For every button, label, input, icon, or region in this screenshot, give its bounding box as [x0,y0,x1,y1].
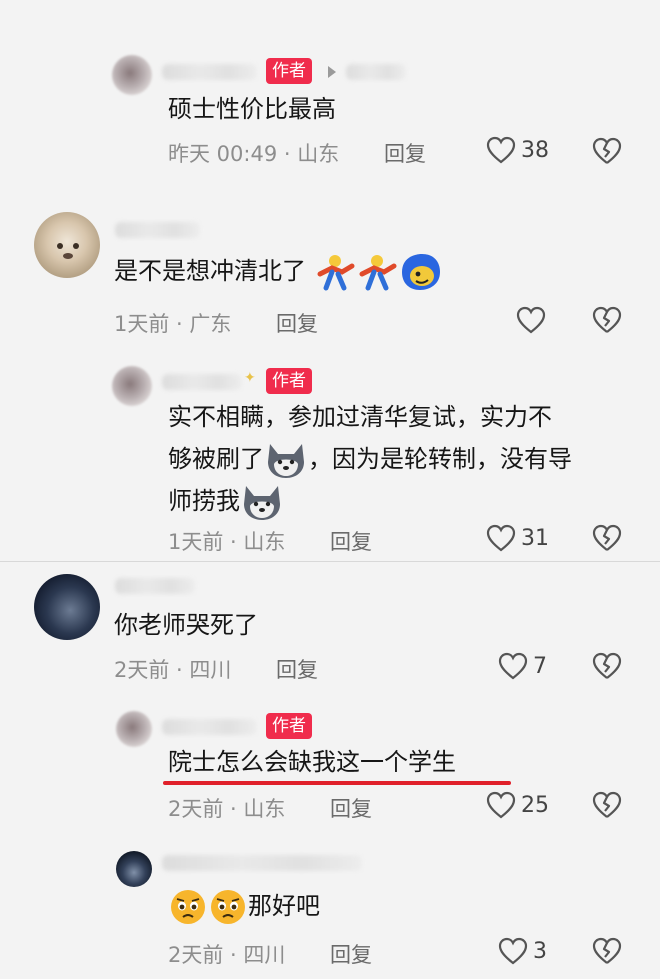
username-blurred[interactable] [162,374,242,390]
wolf-face-emoji [244,486,280,520]
heart-outline-icon [516,306,546,334]
comment-meta: 2天前 · 四川 [114,658,232,682]
reply-button[interactable]: 回复 [276,654,318,684]
avatar[interactable] [34,574,100,640]
comment-1: 作者 硕士性价比最高 昨天 00:49 · 山东 回复 38 [0,0,660,180]
like-button[interactable]: 38 [486,136,549,164]
heart-outline-icon [486,791,516,819]
broken-heart-icon [592,524,622,551]
heart-outline-icon [486,524,516,552]
dislike-button[interactable] [592,652,622,680]
avatar[interactable] [34,212,100,278]
wolf-face-emoji [268,444,304,478]
author-badge: 作者 [266,713,312,739]
dislike-button[interactable] [592,137,622,165]
broken-heart-icon [592,937,622,964]
like-count: 38 [521,137,549,163]
username-blurred[interactable] [115,222,200,238]
comment-2: 是不是想冲清北了 1天前 · 广东 回复 [0,180,660,340]
like-count: 25 [521,792,549,818]
author-badge: 作者 [266,368,312,394]
highlight-underline [163,781,511,785]
username-blurred[interactable] [162,64,257,80]
dislike-button[interactable] [592,791,622,819]
like-button[interactable]: 25 [486,791,549,819]
comment-text-line-3: 师捞我 [168,482,284,522]
pleading-face-emoji [171,890,205,924]
username-blurred[interactable] [162,719,257,735]
avatar[interactable] [112,55,152,95]
avatar[interactable] [116,711,152,747]
username-blurred[interactable] [115,578,195,594]
comment-text: 你老师哭死了 [114,611,258,639]
username-blurred[interactable] [162,855,362,871]
comment-text: 硕士性价比最高 [168,95,336,123]
dislike-button[interactable] [592,306,622,334]
dislike-button[interactable] [592,524,622,552]
like-button[interactable]: 7 [498,652,547,680]
like-count: 3 [533,938,547,964]
like-count: 7 [533,653,547,679]
comment-meta: 昨天 00:49 · 山东 [168,142,340,166]
avatar[interactable] [112,366,152,406]
comment-meta: 2天前 · 四川 [168,943,286,967]
comment-text: 是不是想冲清北了 [114,252,442,292]
sparkle-icon: ✦ [244,370,256,386]
broken-heart-icon [592,652,622,679]
comment-text-line-2: 够被刷了 ，因为是轮转制，没有导 [168,440,572,480]
like-button[interactable]: 31 [486,524,549,552]
comment-6: 那好吧 2天前 · 四川 回复 3 [0,837,660,979]
like-button[interactable]: 3 [498,937,547,965]
comment-text: 那好吧 [168,887,320,927]
author-badge: 作者 [266,58,312,84]
reply-button[interactable]: 回复 [330,526,372,556]
reply-to-name-blurred[interactable] [346,64,406,80]
heart-outline-icon [498,652,528,680]
comment-meta: 2天前 · 山东 [168,797,286,821]
comment-5: 作者 院士怎么会缺我这一个学生 2天前 · 山东 回复 25 [0,697,660,837]
like-count: 31 [521,525,549,551]
broken-heart-icon [592,137,622,164]
heart-outline-icon [498,937,528,965]
reply-to-arrow-icon [328,66,336,78]
dancing-figure-emoji [317,255,355,291]
broken-heart-icon [592,306,622,333]
reply-button[interactable]: 回复 [384,138,426,168]
comment-text: 院士怎么会缺我这一个学生 [168,748,456,776]
reply-button[interactable]: 回复 [330,793,372,823]
reply-button[interactable]: 回复 [276,308,318,338]
dog-face-icon [57,243,79,259]
pleading-face-emoji [211,890,245,924]
heart-outline-icon [486,136,516,164]
comment-text-line-1: 实不相瞒，参加过清华复试，实力不 [168,403,552,431]
dislike-button[interactable] [592,937,622,965]
like-button[interactable] [516,306,546,334]
broken-heart-icon [592,791,622,818]
dancing-figure-emoji [359,255,397,291]
reply-button[interactable]: 回复 [330,939,372,969]
blue-face-emoji [401,254,440,290]
avatar[interactable] [116,851,152,887]
comment-4: 你老师哭死了 2天前 · 四川 回复 7 [0,562,660,697]
comment-meta: 1天前 · 广东 [114,312,232,336]
comment-meta: 1天前 · 山东 [168,530,286,554]
comment-3: ✦ 作者 实不相瞒，参加过清华复试，实力不 够被刷了 ，因为是轮转制，没有导 师捞… [0,340,660,565]
